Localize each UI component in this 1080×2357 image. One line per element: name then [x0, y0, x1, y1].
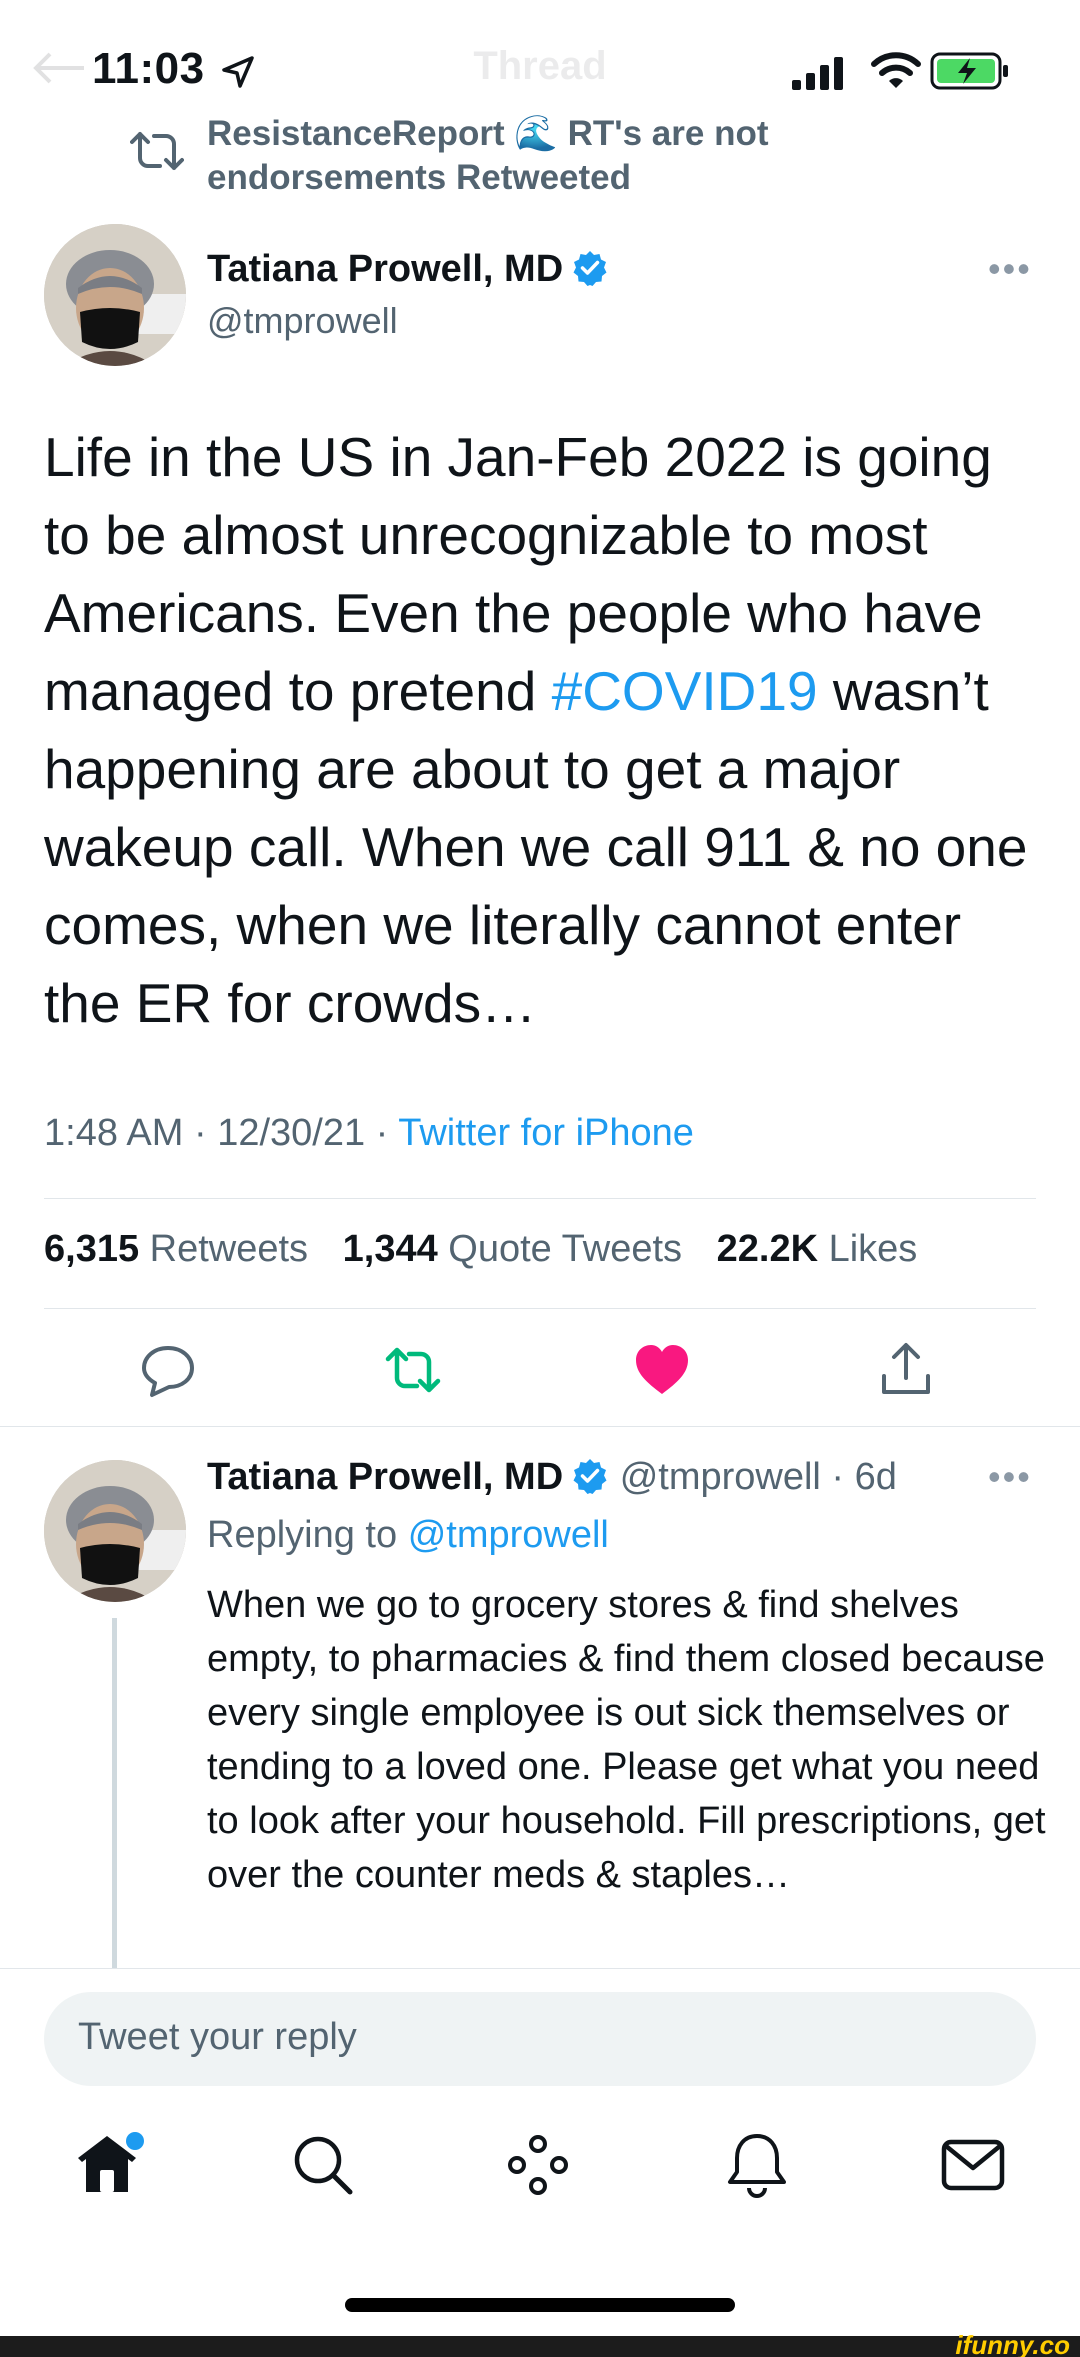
avatar[interactable] [44, 224, 186, 366]
tweet-source-link[interactable]: Twitter for iPhone [398, 1112, 694, 1154]
meta-separator: · [820, 1456, 855, 1498]
meta-separator: · [365, 1112, 399, 1154]
home-indicator[interactable] [345, 2298, 735, 2312]
avatar-photo [44, 1460, 186, 1602]
heart-icon[interactable] [632, 1340, 692, 1400]
divider [0, 1968, 1080, 1969]
quote-tweets-stat[interactable]: 1,344 Quote Tweets [343, 1228, 682, 1270]
author-handle[interactable]: @tmprowell [207, 300, 398, 342]
new-tweets-indicator-dot [126, 2132, 144, 2150]
tweet-time: 1:48 AM [44, 1112, 184, 1154]
tweet-date: 12/30/21 [217, 1112, 366, 1154]
verified-badge-icon [573, 1459, 607, 1494]
reply-text: When we go to grocery stores & find shel… [207, 1584, 1046, 1896]
more-options-icon[interactable]: ••• [988, 248, 1032, 290]
battery-charging-icon [930, 52, 1008, 90]
tweet-text: Life in the US in Jan-Feb 2022 is going … [44, 418, 1044, 1042]
retweeted-by-label[interactable]: ResistanceReport 🌊 RT's are not endorsem… [207, 112, 1007, 200]
likes-count: 22.2K [716, 1228, 819, 1270]
quote-tweets-count: 1,344 [342, 1228, 438, 1270]
quote-tweets-label: Quote Tweets [448, 1228, 683, 1270]
avatar-photo [44, 224, 186, 366]
reply-icon[interactable] [138, 1340, 198, 1400]
spaces-icon[interactable] [503, 2130, 573, 2200]
bottom-tab-bar [0, 2130, 1080, 2230]
reply-author-handle[interactable]: @tmprowell [620, 1456, 821, 1498]
likes-stat[interactable]: 22.2K Likes [717, 1228, 918, 1270]
hashtag-link[interactable]: #COVID19 [552, 660, 818, 722]
watermark-bar [0, 2336, 1080, 2357]
verified-badge-icon [573, 251, 607, 286]
watermark-logo: ifunny.co [955, 2330, 1070, 2357]
tweet-meta: 1:48 AM · 12/30/21 · Twitter for iPhone [44, 1112, 694, 1155]
author-name-text: Tatiana Prowell, MD [207, 248, 564, 290]
replying-to-line: Replying to @tmprowell [207, 1514, 609, 1557]
reply-composer[interactable] [44, 1992, 1036, 2086]
divider [44, 1308, 1036, 1309]
reply-header: Tatiana Prowell, MD @tmprowell · 6d [207, 1456, 897, 1499]
status-bar: Thread 11:03 [0, 0, 1080, 130]
author-name[interactable]: Tatiana Prowell, MD [207, 248, 609, 291]
retweets-stat[interactable]: 6,315 Retweets [44, 1228, 308, 1270]
thread-connector-line [112, 1618, 117, 1968]
retweet-icon [130, 132, 184, 170]
likes-label: Likes [828, 1228, 918, 1270]
reply-input[interactable] [78, 2016, 978, 2059]
replying-to-label: Replying to [207, 1514, 398, 1556]
reply-avatar[interactable] [44, 1460, 186, 1602]
retweets-count: 6,315 [44, 1228, 140, 1270]
tweet-actions-bar [0, 1332, 1080, 1412]
retweet-button-icon[interactable] [383, 1340, 443, 1400]
divider [0, 1426, 1080, 1427]
location-arrow-icon [222, 56, 254, 88]
divider [44, 1198, 1036, 1199]
retweets-label: Retweets [149, 1228, 309, 1270]
share-icon[interactable] [876, 1340, 936, 1400]
wifi-icon [871, 52, 921, 88]
reply-age: 6d [854, 1456, 897, 1498]
replying-to-mention[interactable]: @tmprowell [408, 1514, 609, 1556]
envelope-icon[interactable] [938, 2130, 1008, 2200]
tweet-stats: 6,315 Retweets 1,344 Quote Tweets 22.2K … [44, 1228, 941, 1271]
meta-separator: · [183, 1112, 218, 1154]
more-options-icon[interactable]: ••• [988, 1456, 1032, 1498]
status-time: 11:03 [92, 44, 205, 93]
reply-author-name[interactable]: Tatiana Prowell, MD [207, 1456, 563, 1498]
cellular-signal-icon [792, 57, 843, 90]
bell-icon[interactable] [722, 2130, 792, 2200]
search-icon[interactable] [288, 2130, 358, 2200]
